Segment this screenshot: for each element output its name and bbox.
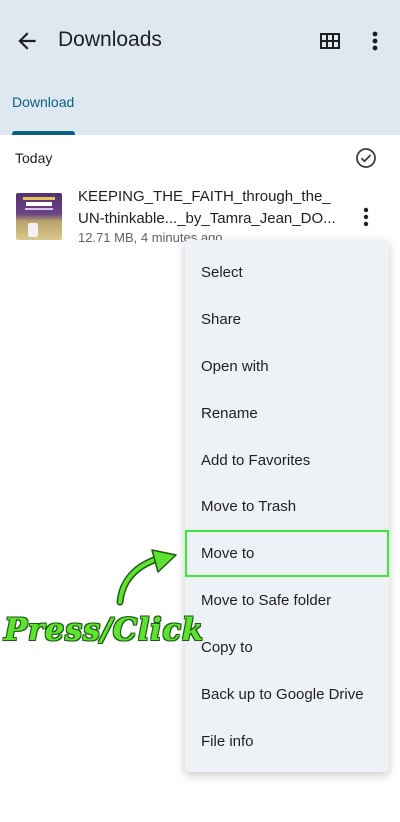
grid-view-icon[interactable]: [319, 30, 341, 52]
section-header-today: Today: [15, 150, 53, 166]
menu-item-rename[interactable]: Rename: [201, 405, 258, 422]
annotation-press-click: Press/Click: [4, 612, 204, 648]
curved-arrow-icon: [116, 549, 177, 606]
more-vert-icon[interactable]: [364, 28, 386, 54]
file-thumbnail[interactable]: [16, 193, 62, 240]
menu-item-file-info[interactable]: File info: [201, 733, 254, 750]
context-menu: Select Share Open with Rename Add to Fav…: [185, 240, 389, 772]
thumbnail-title-bar: [26, 202, 52, 206]
thumbnail-subtitle-bar: [25, 208, 53, 210]
page-title: Downloads: [58, 28, 162, 51]
check-circle-icon[interactable]: [355, 147, 377, 169]
tab-indicator: [12, 131, 75, 135]
tab-download[interactable]: Download: [12, 94, 74, 110]
menu-item-share[interactable]: Share: [201, 311, 241, 328]
menu-item-move-to-trash[interactable]: Move to Trash: [201, 498, 296, 515]
highlight-box: [185, 530, 389, 577]
back-arrow-icon[interactable]: [14, 28, 40, 54]
thumbnail-band: [23, 197, 55, 200]
file-more-vert-icon[interactable]: [358, 206, 374, 228]
menu-item-copy-to[interactable]: Copy to: [201, 639, 253, 656]
menu-item-back-up-to-google-drive[interactable]: Back up to Google Drive: [201, 686, 364, 703]
menu-item-open-with[interactable]: Open with: [201, 358, 269, 375]
menu-item-select[interactable]: Select: [201, 264, 243, 281]
app-bar: Downloads Download: [0, 0, 400, 135]
menu-item-add-to-favorites[interactable]: Add to Favorites: [201, 452, 310, 469]
file-name[interactable]: KEEPING_THE_FAITH_through_the_UN-thinkab…: [78, 186, 340, 230]
thumbnail-figure: [28, 223, 38, 237]
menu-item-move-to-safe-folder[interactable]: Move to Safe folder: [201, 592, 331, 609]
